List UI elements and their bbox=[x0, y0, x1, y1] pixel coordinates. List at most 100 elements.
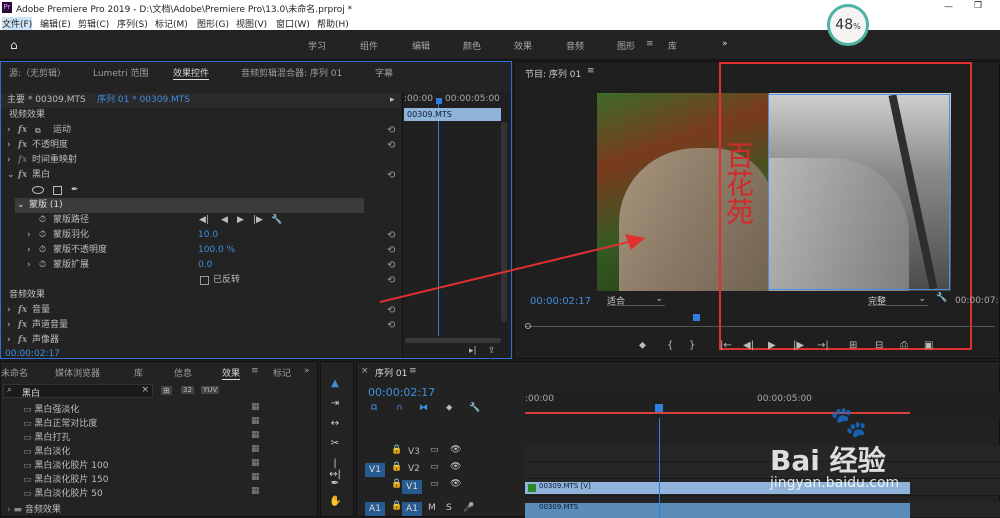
settings-wrench-icon[interactable]: 🔧 bbox=[936, 293, 947, 303]
insert-icon[interactable]: ⊞ bbox=[849, 340, 857, 351]
home-icon[interactable]: ⌂ bbox=[10, 38, 18, 52]
lock-icon[interactable]: 🔒 bbox=[391, 501, 402, 511]
effect-volume[interactable]: › fx 音量 ⟲ bbox=[1, 303, 401, 318]
sync-icon[interactable]: ▭ bbox=[430, 462, 439, 472]
workspace-color[interactable]: 颜色 bbox=[463, 39, 481, 52]
menu-graphics[interactable]: 图形(G) bbox=[197, 17, 229, 30]
go-to-out-icon[interactable]: →| bbox=[817, 340, 829, 351]
eye-icon[interactable]: 👁 bbox=[450, 479, 461, 489]
menu-view[interactable]: 视图(V) bbox=[236, 17, 267, 30]
master-clip-label[interactable]: 主要 * 00309.MTS bbox=[7, 93, 86, 108]
mini-zoom-bar[interactable] bbox=[405, 338, 501, 343]
reset-icon[interactable]: ⟲ bbox=[387, 138, 395, 153]
step-back-icon[interactable]: ◀| bbox=[743, 340, 754, 351]
nest-icon[interactable]: ⧉ bbox=[371, 403, 377, 413]
tab-audio-mixer[interactable]: 音频剪辑混合器: 序列 01 bbox=[241, 66, 342, 79]
ellipse-mask-icon[interactable] bbox=[32, 186, 44, 194]
mini-playhead[interactable] bbox=[436, 98, 442, 104]
share-icon[interactable]: ⇪ bbox=[488, 346, 496, 356]
clear-search-icon[interactable]: × bbox=[141, 385, 149, 395]
workspace-effects[interactable]: 效果 bbox=[514, 39, 532, 52]
play-small-icon[interactable]: ▸ bbox=[390, 93, 395, 108]
workspace-learn[interactable]: 学习 bbox=[308, 39, 326, 52]
mark-in-icon[interactable]: { bbox=[667, 340, 673, 351]
lock-icon[interactable]: 🔒 bbox=[391, 479, 402, 489]
reset-icon[interactable]: ⟲ bbox=[387, 318, 395, 333]
effect-panner[interactable]: › fx 声像器 bbox=[1, 333, 401, 348]
overwrite-icon[interactable]: ⊟ bbox=[875, 340, 883, 351]
lock-icon[interactable]: 🔒 bbox=[391, 445, 402, 455]
mic-icon[interactable]: 🎤 bbox=[463, 503, 474, 513]
program-playhead[interactable] bbox=[693, 314, 700, 321]
list-item[interactable]: ▭ 黑白淡化胶片 50 bbox=[23, 486, 103, 499]
menu-marker[interactable]: 标记(M) bbox=[155, 17, 188, 30]
minimize-icon[interactable]: — bbox=[944, 2, 953, 12]
tab-info[interactable]: 信息 bbox=[174, 366, 192, 379]
effects-search[interactable]: ⌕ 黑白 × bbox=[3, 384, 153, 399]
mask-opacity-value[interactable]: 100.0 % bbox=[198, 243, 235, 258]
pen-tool-icon[interactable]: ✒ bbox=[329, 478, 341, 490]
selection-tool-icon[interactable]: ▲ bbox=[329, 378, 341, 390]
export-frame-icon[interactable]: ▸| bbox=[469, 346, 477, 356]
workspace-assembly[interactable]: 组件 bbox=[360, 39, 378, 52]
mask-expansion-value[interactable]: 0.0 bbox=[198, 258, 212, 273]
timeline-settings-icon[interactable]: 🔧 bbox=[469, 403, 480, 413]
program-scrub-bar[interactable] bbox=[525, 326, 995, 327]
workspace-menu-icon[interactable]: ≡ bbox=[646, 39, 654, 49]
menu-edit[interactable]: 编辑(E) bbox=[40, 17, 71, 30]
source-patch-v1[interactable]: V1 bbox=[365, 463, 385, 477]
button-editor-icon[interactable]: ▣ bbox=[924, 340, 933, 351]
list-item[interactable]: ▭ 黑白正常对比度 bbox=[23, 416, 97, 429]
track-next-icon[interactable]: ▶ bbox=[237, 213, 244, 228]
program-menu-icon[interactable]: ≡ bbox=[587, 66, 595, 76]
audio-clip[interactable]: 00309.MTS bbox=[525, 503, 910, 518]
razor-tool-icon[interactable]: ✂ bbox=[329, 438, 341, 450]
menu-sequence[interactable]: 序列(S) bbox=[117, 17, 148, 30]
track-lane-a1[interactable]: 00309.MTS bbox=[525, 501, 1000, 518]
step-forward-icon[interactable]: |▶ bbox=[793, 340, 804, 351]
list-item[interactable]: ▭ 黑白淡化胶片 150 bbox=[23, 472, 108, 485]
effect-black-white[interactable]: ⌄ fx 黑白 ⟲ bbox=[1, 168, 401, 183]
track-prev-icon[interactable]: ◀ bbox=[221, 213, 228, 228]
stopwatch-icon[interactable]: ⏱ bbox=[39, 213, 46, 228]
tab-project[interactable]: 未命名 bbox=[1, 366, 28, 379]
restore-icon[interactable]: ❐ bbox=[974, 1, 982, 11]
effect-time-remap[interactable]: › fx 时间重映射 bbox=[1, 153, 401, 168]
mask-row[interactable]: ⌄ 蒙版 (1) bbox=[15, 198, 364, 213]
list-item[interactable]: ▭ 黑白淡化胶片 100 bbox=[23, 458, 108, 471]
effect-motion[interactable]: › fx ⧉ 运动 ⟲ bbox=[1, 123, 401, 138]
pen-mask-icon[interactable]: ✒ bbox=[71, 183, 79, 198]
ripple-edit-tool-icon[interactable]: ↔ bbox=[329, 418, 341, 430]
eye-icon[interactable]: 👁 bbox=[450, 462, 461, 472]
quality-dropdown[interactable]: 完整 ⌄ bbox=[868, 294, 928, 307]
tab-lumetri[interactable]: Lumetri 范围 bbox=[93, 66, 148, 79]
more-tabs-icon[interactable]: » bbox=[304, 366, 310, 376]
menu-file[interactable]: 文件(F) bbox=[2, 17, 33, 30]
scrub-start-handle[interactable] bbox=[525, 323, 531, 329]
tab-libraries[interactable]: 库 bbox=[134, 366, 143, 379]
wrench-icon[interactable]: 🔧 bbox=[271, 213, 282, 228]
camera-icon[interactable]: ⎙ bbox=[900, 340, 908, 351]
workspace-editing[interactable]: 编辑 bbox=[412, 39, 430, 52]
lock-icon[interactable]: 🔒 bbox=[391, 462, 402, 472]
tab-captions[interactable]: 字幕 bbox=[375, 66, 393, 79]
effect-opacity[interactable]: › fx 不透明度 ⟲ bbox=[1, 138, 401, 153]
effect-controls-timecode[interactable]: 00:00:02:17 bbox=[5, 349, 60, 359]
timeline-playhead[interactable] bbox=[655, 404, 663, 412]
track-select-tool-icon[interactable]: ⇥ bbox=[329, 398, 341, 410]
stopwatch-icon[interactable]: ⏱ bbox=[39, 228, 46, 243]
workspace-graphics[interactable]: 图形 bbox=[617, 39, 635, 52]
menu-clip[interactable]: 剪辑(C) bbox=[78, 17, 109, 30]
tab-effects[interactable]: 效果 bbox=[222, 366, 241, 380]
hand-tool-icon[interactable]: ✋ bbox=[329, 496, 341, 508]
32bit-effects-icon[interactable]: 32 bbox=[181, 386, 194, 394]
menu-help[interactable]: 帮助(H) bbox=[317, 17, 349, 30]
tab-media-browser[interactable]: 媒体浏览器 bbox=[55, 366, 100, 379]
source-patch-a1[interactable]: A1 bbox=[365, 502, 385, 516]
list-item[interactable]: ▭ 黑白打孔 bbox=[23, 430, 70, 443]
stopwatch-icon[interactable]: ⏱ bbox=[39, 258, 46, 273]
mask-feather-value[interactable]: 10.0 bbox=[198, 228, 218, 243]
rect-mask-icon[interactable] bbox=[53, 186, 62, 195]
audio-effects-folder[interactable]: › ▬ 音频效果 bbox=[7, 502, 61, 515]
effects-menu-icon[interactable]: ≡ bbox=[251, 366, 259, 376]
